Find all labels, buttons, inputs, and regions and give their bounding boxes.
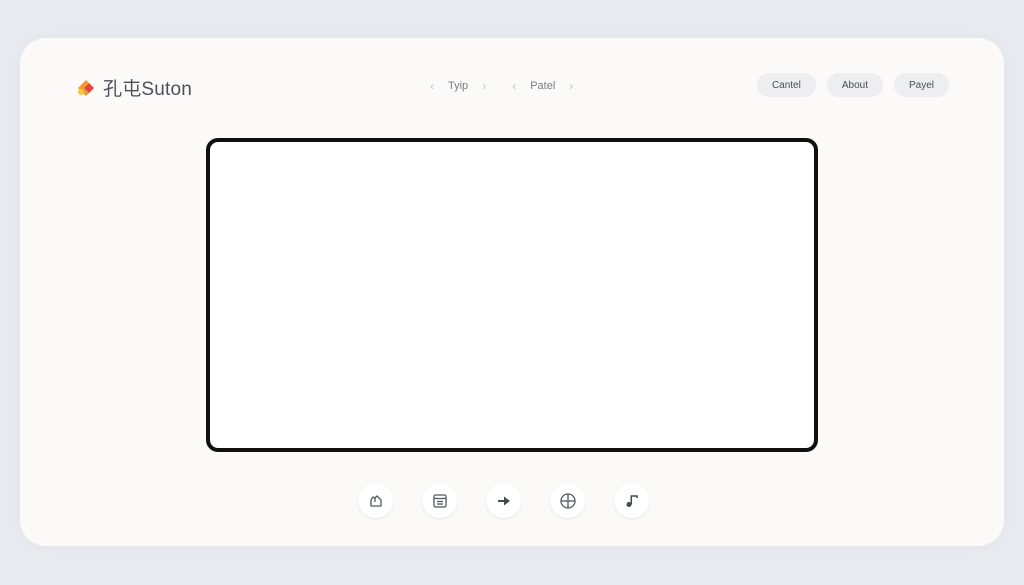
calendar-icon	[431, 492, 449, 510]
canvas-area[interactable]	[206, 138, 818, 452]
brand[interactable]: 孔屯Suton	[75, 74, 192, 101]
header-actions: Cantel About Payel	[756, 73, 949, 97]
globe-icon	[559, 492, 577, 510]
breadcrumb-label[interactable]: Patel	[530, 80, 555, 92]
globe-tool-button[interactable]	[550, 483, 585, 518]
breadcrumb-label[interactable]: Tyip	[448, 80, 468, 92]
chevron-right-icon[interactable]: ›	[482, 79, 486, 93]
arrow-right-icon	[495, 492, 513, 510]
music-note-icon	[623, 492, 641, 510]
hand-icon	[367, 492, 385, 510]
tool-bar	[358, 483, 649, 518]
brand-name: 孔屯Suton	[103, 79, 193, 100]
cancel-button[interactable]: Cantel	[756, 73, 816, 97]
brand-logo-icon	[75, 77, 97, 99]
about-button[interactable]: About	[826, 73, 883, 97]
chevron-left-icon[interactable]: ‹	[512, 79, 516, 93]
payel-button[interactable]: Payel	[893, 73, 949, 97]
music-tool-button[interactable]	[614, 483, 649, 518]
breadcrumb-item-1[interactable]: ‹ Tyip ›	[430, 79, 486, 93]
chevron-left-icon[interactable]: ‹	[430, 79, 434, 93]
breadcrumb-item-2[interactable]: ‹ Patel ›	[512, 79, 573, 93]
app-window: 孔屯Suton ‹ Tyip › ‹ Patel › Cantel About …	[20, 38, 1004, 546]
arrow-tool-button[interactable]	[486, 483, 521, 518]
header-bar: 孔屯Suton ‹ Tyip › ‹ Patel › Cantel About …	[20, 38, 1004, 134]
hand-tool-button[interactable]	[358, 483, 393, 518]
calendar-tool-button[interactable]	[422, 483, 457, 518]
breadcrumb: ‹ Tyip › ‹ Patel ›	[430, 79, 599, 93]
chevron-right-icon[interactable]: ›	[569, 79, 573, 93]
